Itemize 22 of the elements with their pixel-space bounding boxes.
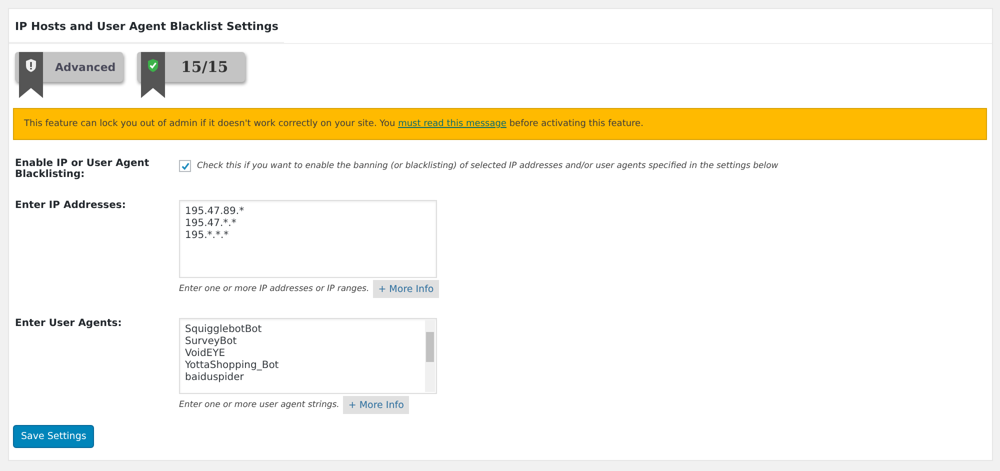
warning-text: This feature can lock you out of admin if it doesn't work correctly on your site. You must read this message before activating this feature. bbox=[24, 119, 644, 129]
checkbox-description: Check this if you want to enable the banning (or blacklisting) of selected IP addresses and/or user agents specified in the settings below bbox=[197, 161, 778, 171]
text-line: SurveyBot bbox=[185, 336, 238, 348]
text-line: YottaShopping_Bot bbox=[185, 360, 280, 372]
text-line: VoidEYE bbox=[185, 348, 226, 360]
field-label: Enable IP or User Agent Blacklisting: bbox=[15, 158, 150, 180]
text-line: 195.*.*.* bbox=[185, 230, 230, 242]
help-text: Enter one or more user agent strings. bbox=[179, 400, 340, 410]
field-label: Enter User Agents: bbox=[15, 318, 123, 331]
save-settings-button[interactable]: Save Settings bbox=[13, 425, 94, 448]
user-agents-field[interactable]: SquigglebotBot SurveyBot VoidEYE YottaShopping_Bot baiduspider bbox=[179, 318, 437, 394]
help-text: Enter one or more IP addresses or IP ranges. bbox=[179, 284, 370, 294]
panel-title: IP Hosts and User Agent Blacklist Settings bbox=[9, 9, 284, 43]
more-info-button[interactable]: + More Info bbox=[373, 280, 439, 298]
text-line: 195.47.*.* bbox=[185, 218, 238, 230]
text-line: SquigglebotBot bbox=[185, 324, 263, 336]
field-label: Enter IP Addresses: bbox=[15, 200, 127, 213]
ip-addresses-field[interactable]: 195.47.89.* 195.47.*.* 195.*.*.* bbox=[179, 200, 437, 278]
message-link[interactable]: must read this message bbox=[398, 119, 506, 129]
text-line: baiduspider bbox=[185, 372, 245, 384]
text-line: 195.47.89.* bbox=[185, 206, 246, 218]
more-info-button[interactable]: + More Info bbox=[343, 396, 409, 414]
